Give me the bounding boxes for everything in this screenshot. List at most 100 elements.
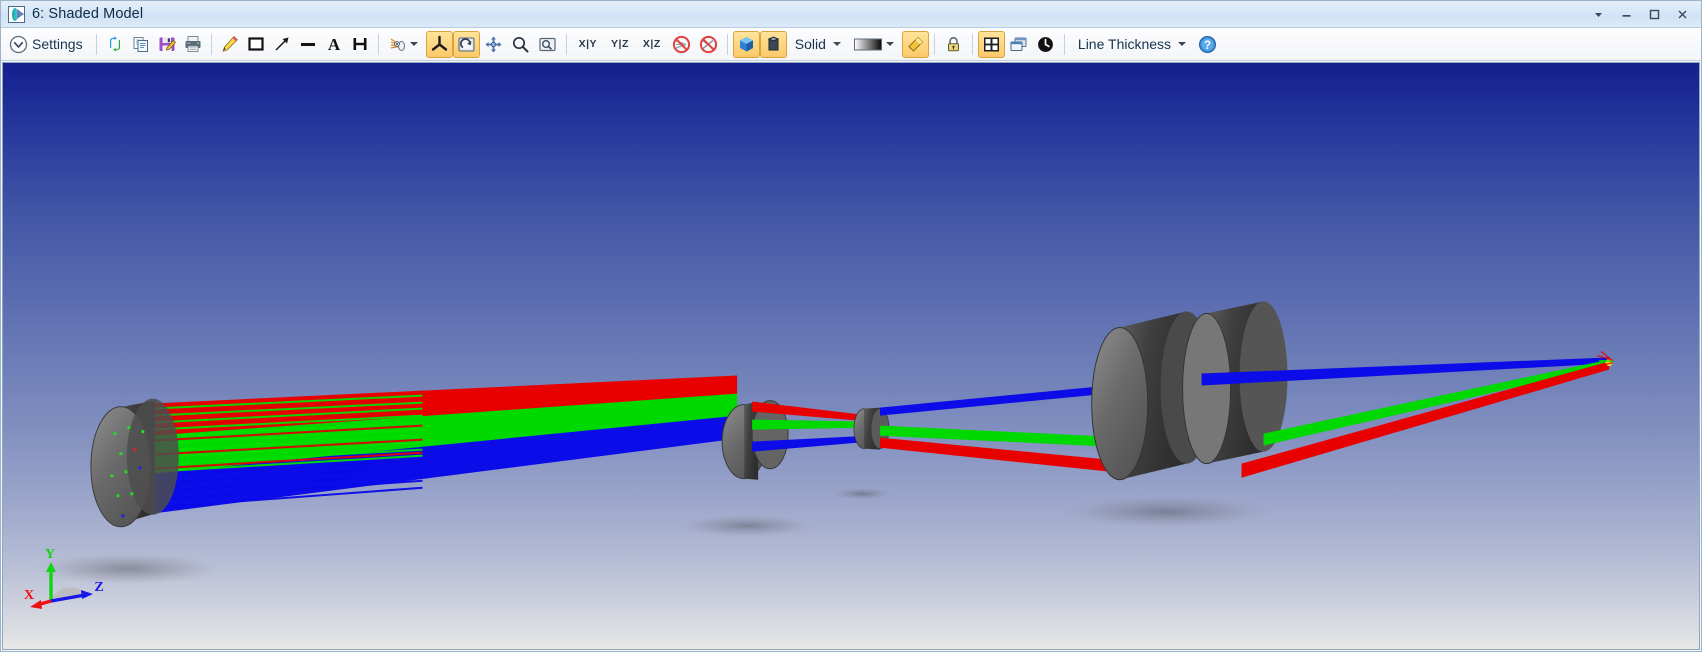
magnifier-icon: [512, 36, 529, 52]
tile-windows-icon: [1010, 37, 1027, 51]
tile-windows-button[interactable]: [1005, 31, 1032, 58]
render-mode-dropdown[interactable]: Solid: [787, 31, 849, 58]
hide-rays-button[interactable]: [668, 31, 695, 58]
rectangle-icon: [247, 37, 264, 51]
chevron-down-icon: [409, 42, 418, 46]
window-title: 6: Shaded Model: [32, 6, 144, 22]
zoom-window-icon: [538, 37, 556, 51]
toolbar-separator: [1063, 33, 1065, 55]
copy-icon: [133, 37, 148, 52]
line-thickness-label: Line Thickness: [1077, 36, 1172, 52]
save-disk-icon: [159, 37, 176, 51]
rectangle-tool-button[interactable]: [243, 31, 269, 58]
toolbar-separator: [565, 33, 567, 55]
zoom-button[interactable]: [507, 31, 534, 58]
title-bar: 6: Shaded Model: [1, 1, 1701, 28]
view-yz-button[interactable]: Y|Z: [604, 31, 636, 58]
main-toolbar: Settings A X|Y Y|Z X|Z Solid Line Thickn…: [1, 28, 1701, 61]
maximize-button[interactable]: [1641, 4, 1667, 26]
svg-text:?: ?: [1204, 40, 1211, 52]
line-thickness-dropdown[interactable]: Line Thickness: [1070, 31, 1194, 58]
tripod-rotate-button[interactable]: [425, 30, 453, 58]
hide-rays-icon: [672, 35, 690, 53]
solid-box-icon: [767, 35, 779, 50]
pan-move-icon: [485, 36, 502, 52]
view-xy-label: X|Y: [578, 38, 598, 50]
text-icon: A: [327, 35, 340, 53]
view-xy-button[interactable]: X|Y: [572, 31, 604, 58]
arrow-tool-button[interactable]: [269, 31, 295, 58]
close-button[interactable]: [1669, 4, 1695, 26]
axis-label-x: X: [24, 588, 34, 603]
zoom-window-button[interactable]: [534, 31, 561, 58]
ray-fan-icon: [390, 38, 405, 51]
line-icon: [300, 43, 315, 46]
flashlight-button[interactable]: [901, 30, 929, 58]
flashlight-icon: [908, 36, 924, 52]
shaded-model-icon: [8, 5, 25, 23]
shaded-cube-icon: [739, 36, 753, 51]
help-button[interactable]: ?: [1194, 31, 1221, 58]
axis-label-y: Y: [45, 549, 55, 562]
gradient-dropdown[interactable]: [849, 31, 902, 58]
shadow-ellipse: [832, 487, 892, 500]
shaded-model-button[interactable]: [732, 30, 760, 58]
toolbar-separator: [377, 33, 379, 55]
shadow-ellipse: [1061, 495, 1272, 528]
minimize-button[interactable]: [1613, 4, 1639, 26]
chevron-down-icon: [885, 42, 894, 46]
chevron-down-circle-icon: [9, 35, 28, 53]
window-controls: [1585, 1, 1695, 28]
save-button[interactable]: [154, 31, 180, 58]
ray-bundle-left: [150, 375, 738, 514]
toolbar-separator: [210, 33, 212, 55]
printer-icon: [185, 36, 201, 52]
axis-label-z: Z: [94, 580, 103, 595]
lock-icon: [947, 36, 959, 51]
render-mode-label: Solid: [794, 36, 826, 52]
view-yz-label: Y|Z: [611, 38, 629, 50]
arrow-icon: [275, 37, 289, 51]
hide-lenses-icon: [699, 35, 717, 53]
reset-view-button[interactable]: [1032, 31, 1059, 58]
ray-bundle-mid: [752, 401, 870, 452]
dropdown-arrow-button[interactable]: [1585, 4, 1611, 26]
toolbar-separator: [726, 33, 728, 55]
lock-button[interactable]: [940, 31, 967, 58]
view-xz-label: X|Z: [642, 38, 661, 50]
rays-dropdown-button[interactable]: [384, 31, 426, 58]
toolbar-separator: [933, 33, 935, 55]
toolbar-separator: [95, 33, 97, 55]
refresh-icon: [109, 36, 120, 52]
dimension-tool-button[interactable]: [347, 31, 373, 58]
toolbar-separator: [971, 33, 973, 55]
svg-text:A: A: [327, 35, 340, 53]
annotate-pencil-button[interactable]: [217, 31, 243, 58]
dimension-icon: [353, 38, 367, 50]
optical-system-3d-scene: [32, 301, 1614, 585]
hide-lenses-button[interactable]: [695, 31, 722, 58]
view-xz-button[interactable]: X|Z: [636, 31, 668, 58]
chevron-down-icon: [832, 42, 841, 46]
reset-clock-icon: [1038, 36, 1053, 52]
chevron-down-icon: [1178, 42, 1187, 46]
axis-triad: Y X Z: [21, 547, 109, 621]
print-button[interactable]: [180, 31, 206, 58]
settings-button[interactable]: Settings: [5, 31, 91, 58]
copy-button[interactable]: [128, 31, 154, 58]
fit-window-icon: [983, 37, 999, 51]
settings-label: Settings: [32, 36, 83, 52]
help-icon: ?: [1199, 35, 1217, 53]
rotate-view-button[interactable]: [452, 30, 480, 58]
text-tool-button[interactable]: A: [321, 31, 347, 58]
tripod-axis-icon: [431, 35, 447, 51]
shaded-model-viewport[interactable]: Y X Z: [2, 62, 1700, 650]
pan-button[interactable]: [480, 31, 507, 58]
refresh-button[interactable]: [102, 31, 128, 58]
shaded-model-window: 6: Shaded Model Settings A X|Y Y|Z X|Z S…: [0, 0, 1702, 652]
line-tool-button[interactable]: [295, 31, 321, 58]
pencil-icon: [222, 35, 238, 52]
solid-mode-button[interactable]: [759, 30, 787, 58]
gradient-swatch-icon: [853, 38, 882, 50]
fit-window-button[interactable]: [977, 30, 1005, 58]
